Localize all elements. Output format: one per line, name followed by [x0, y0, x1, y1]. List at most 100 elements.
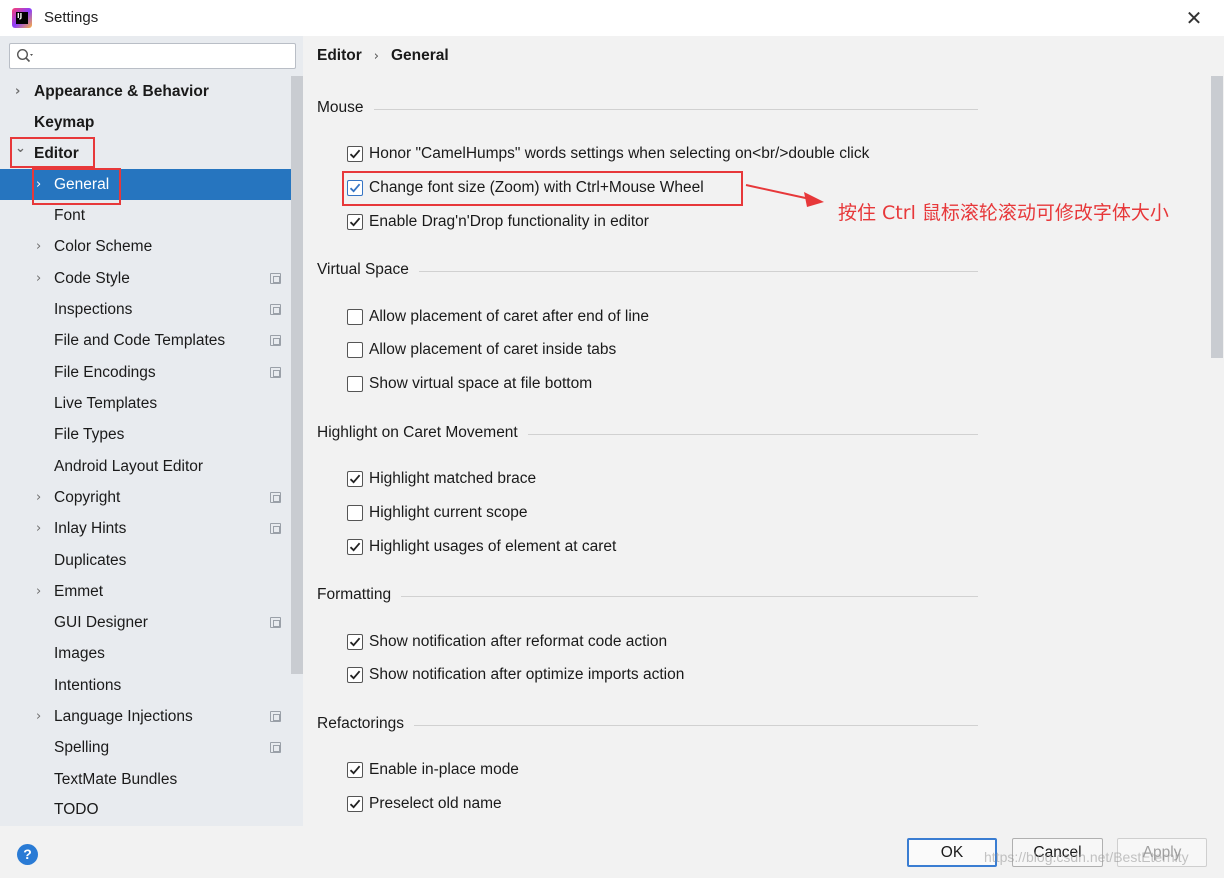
project-scope-icon [270, 523, 281, 534]
sidebar-item-color-scheme[interactable]: › Color Scheme [0, 231, 303, 262]
sidebar-item-label: File Types [54, 426, 125, 443]
sidebar-item-android-layout-editor[interactable]: Android Layout Editor [0, 451, 303, 482]
checkbox-checked-icon[interactable] [347, 146, 363, 162]
project-scope-icon [270, 335, 281, 346]
option-label: Allow placement of caret inside tabs [369, 341, 617, 358]
sidebar-item-label: Copyright [54, 489, 121, 506]
sidebar-item-label: Emmet [54, 583, 104, 600]
chevron-right-icon[interactable]: › [36, 263, 48, 294]
ok-button[interactable]: OK [907, 838, 997, 867]
sidebar-item-spelling[interactable]: Spelling [0, 732, 303, 763]
breadcrumb-separator-icon: › [373, 49, 379, 64]
settings-main-panel: Editor › General Mouse Honor "CamelHumps" w… [303, 36, 1224, 826]
sidebar-item-label: Duplicates [54, 552, 127, 569]
checkbox-checked-icon[interactable] [347, 796, 363, 812]
sidebar-scrollbar[interactable] [291, 76, 303, 676]
checkbox-checked-icon[interactable] [347, 214, 363, 230]
sidebar-item-label: Spelling [54, 739, 110, 756]
sidebar-item-keymap[interactable]: Keymap [0, 107, 303, 138]
project-scope-icon [270, 711, 281, 722]
sidebar-item-label: Appearance & Behavior [34, 83, 209, 100]
sidebar-scrollbar-thumb[interactable] [291, 76, 303, 674]
intellij-logo-icon: IJ [12, 8, 32, 28]
section-title: Highlight on Caret Movement [317, 424, 518, 441]
cancel-button[interactable]: Cancel [1012, 838, 1103, 867]
sidebar-item-label: TextMate Bundles [54, 771, 178, 788]
section-divider [527, 434, 978, 435]
sidebar-item-duplicates[interactable]: Duplicates [0, 545, 303, 576]
main-scrollbar-thumb[interactable] [1211, 76, 1223, 358]
sidebar-item-label: Inlay Hints [54, 520, 127, 537]
checkbox-checked-icon[interactable] [347, 539, 363, 555]
sidebar-item-inspections[interactable]: Inspections [0, 294, 303, 325]
chevron-right-icon[interactable]: › [36, 231, 48, 262]
chevron-right-icon[interactable]: › [15, 76, 27, 107]
sidebar-item-copyright[interactable]: › Copyright [0, 482, 303, 513]
sidebar-item-label: Images [54, 645, 105, 662]
sidebar-item-label: File and Code Templates [54, 332, 226, 349]
checkbox-unchecked-icon[interactable] [347, 342, 363, 358]
sidebar-item-textmate-bundles[interactable]: TextMate Bundles [0, 764, 303, 795]
option-label: Highlight current scope [369, 504, 528, 521]
option-label: Allow placement of caret after end of li… [369, 308, 650, 325]
breadcrumb-editor[interactable]: Editor [317, 47, 362, 64]
checkbox-unchecked-icon[interactable] [347, 309, 363, 325]
project-scope-icon [270, 304, 281, 315]
chevron-right-icon[interactable]: › [36, 482, 48, 513]
apply-button[interactable]: Apply [1117, 838, 1207, 867]
annotation-arrow-icon [745, 184, 824, 207]
section-divider [373, 109, 978, 110]
checkbox-checked-icon[interactable] [347, 667, 363, 683]
checkbox-checked-icon[interactable] [347, 762, 363, 778]
sidebar-item-file-and-code-templates[interactable]: File and Code Templates [0, 325, 303, 356]
sidebar-item-language-injections[interactable]: › Language Injections [0, 701, 303, 732]
sidebar-item-images[interactable]: Images [0, 638, 303, 669]
sidebar-item-inlay-hints[interactable]: › Inlay Hints [0, 513, 303, 544]
sidebar-item-label: Keymap [34, 114, 95, 131]
search-input[interactable] [38, 46, 288, 66]
close-button[interactable]: ✕ [1182, 6, 1206, 30]
sidebar-item-label: Live Templates [54, 395, 158, 412]
checkbox-unchecked-icon[interactable] [347, 505, 363, 521]
sidebar-item-label: TODO [54, 801, 99, 818]
project-scope-icon [270, 742, 281, 753]
breadcrumb: Editor › General [317, 47, 449, 65]
project-scope-icon [270, 367, 281, 378]
chevron-right-icon[interactable]: › [36, 576, 48, 607]
sidebar-item-label: Code Style [54, 270, 130, 287]
sidebar-item-appearance-behavior[interactable]: › Appearance & Behavior [0, 76, 303, 107]
sidebar-item-label: GUI Designer [54, 614, 148, 631]
chevron-right-icon[interactable]: › [36, 701, 48, 732]
checkbox-unchecked-icon[interactable] [347, 376, 363, 392]
help-button[interactable]: ? [17, 844, 38, 865]
option-label: Enable in-place mode [369, 761, 519, 778]
search-box[interactable] [9, 43, 296, 69]
sidebar-item-label: Language Injections [54, 708, 193, 725]
sidebar-item-live-templates[interactable]: Live Templates [0, 388, 303, 419]
option-label: Preselect old name [369, 795, 502, 812]
title-bar: IJ Settings ✕ [0, 0, 1224, 36]
sidebar-item-label: Android Layout Editor [54, 458, 204, 475]
section-divider [418, 271, 978, 272]
project-scope-icon [270, 273, 281, 284]
zoom-option-highlight-box [342, 171, 743, 206]
general-highlight-box [32, 168, 121, 205]
checkbox-checked-icon[interactable] [347, 634, 363, 650]
sidebar-item-todo[interactable]: TODO [0, 794, 303, 825]
sidebar-item-label: Color Scheme [54, 238, 153, 255]
sidebar-item-file-encodings[interactable]: File Encodings [0, 357, 303, 388]
sidebar-item-gui-designer[interactable]: GUI Designer [0, 607, 303, 638]
breadcrumb-general: General [390, 47, 449, 64]
chevron-right-icon[interactable]: › [36, 513, 48, 544]
section-title: Mouse [317, 99, 364, 116]
sidebar-item-code-style[interactable]: › Code Style [0, 263, 303, 294]
annotation-text: 按住 Ctrl 鼠标滚轮滚动可修改字体大小 [838, 202, 1169, 224]
option-label: Show notification after optimize imports… [369, 666, 685, 683]
section-divider [414, 725, 978, 726]
sidebar-item-emmet[interactable]: › Emmet [0, 576, 303, 607]
checkbox-checked-icon[interactable] [347, 471, 363, 487]
section-divider [401, 596, 978, 597]
sidebar-item-intentions[interactable]: Intentions [0, 670, 303, 701]
sidebar-item-file-types[interactable]: File Types [0, 419, 303, 450]
project-scope-icon [270, 617, 281, 628]
